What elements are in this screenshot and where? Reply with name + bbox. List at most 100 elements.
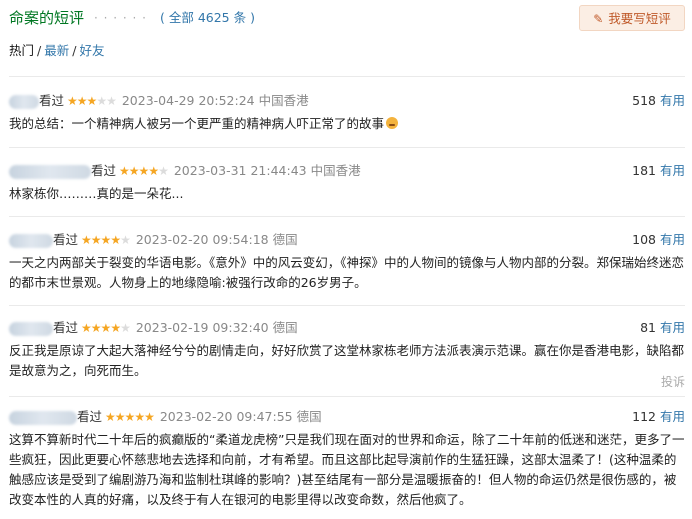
tab-separator: / bbox=[72, 43, 77, 58]
star-filled-icon: ★ bbox=[105, 410, 116, 424]
star-filled-icon: ★ bbox=[81, 321, 92, 335]
star-filled-icon: ★ bbox=[100, 321, 112, 335]
vote-count: 518 bbox=[632, 93, 656, 108]
comment-time: 2023-02-20 09:54:18 bbox=[135, 232, 269, 247]
comment-item: 看过 ★★★★★ 2023-04-29 20:52:24 中国香港 518 有用 我的总… bbox=[9, 91, 685, 134]
comment-text: 这算不算新时代二十年后的疯癫版的“柔道龙虎榜”只是我们现在面对的世界和命运，除了… bbox=[9, 432, 685, 507]
comment-meta: 看过 ★★★★★ 2023-02-20 09:54:18 德国 108 有用 bbox=[9, 230, 685, 250]
tab-separator: / bbox=[37, 43, 42, 58]
star-filled-icon: ★ bbox=[148, 164, 159, 178]
blurred-username[interactable] bbox=[9, 410, 77, 425]
comment-time: 2023-02-20 09:47:55 bbox=[159, 409, 293, 424]
comment-item: 看过 ★★★★★ 2023-03-31 21:44:43 中国香港 181 有用 林家栋… bbox=[9, 161, 685, 204]
comment-item: 看过 ★★★★★ 2023-02-19 09:32:40 德国 81 有用 反正我是原谅… bbox=[9, 318, 685, 389]
comment-time: 2023-04-29 20:52:24 bbox=[121, 93, 255, 108]
blurred-username[interactable] bbox=[9, 164, 91, 179]
watched-label: 看过 bbox=[53, 232, 79, 247]
star-filled-icon: ★ bbox=[110, 233, 121, 247]
watched-label: 看过 bbox=[91, 163, 117, 178]
useful-button[interactable]: 有用 bbox=[660, 93, 685, 108]
vote-area: 181 有用 bbox=[632, 161, 685, 181]
comment-time: 2023-03-31 21:44:43 bbox=[173, 163, 307, 178]
total-count-link[interactable]: ( 全部 4625 条 ) bbox=[160, 7, 255, 29]
vote-count: 181 bbox=[632, 163, 656, 178]
pencil-icon: ✎ bbox=[593, 12, 604, 26]
divider bbox=[9, 147, 685, 148]
star-filled-icon: ★ bbox=[144, 410, 155, 424]
comment-item: 看过 ★★★★★ 2023-02-20 09:54:18 德国 108 有用 一天之内两… bbox=[9, 230, 685, 293]
tab-friends[interactable]: 好友 bbox=[79, 43, 104, 58]
star-filled-icon: ★ bbox=[110, 321, 121, 335]
report-link[interactable]: 投诉 bbox=[661, 373, 685, 390]
watched-label: 看过 bbox=[77, 409, 103, 424]
star-filled-icon: ★ bbox=[81, 233, 92, 247]
star-filled-icon: ★ bbox=[114, 410, 126, 424]
star-filled-icon: ★ bbox=[86, 94, 98, 108]
comment-meta: 看过 ★★★★★ 2023-03-31 21:44:43 中国香港 181 有用 bbox=[9, 161, 685, 181]
star-empty-icon: ★ bbox=[120, 321, 131, 335]
star-filled-icon: ★ bbox=[134, 410, 145, 424]
comment-item: 看过 ★★★★★ 2023-02-20 09:47:55 德国 112 有用 这算不算新… bbox=[9, 407, 685, 510]
divider bbox=[9, 216, 685, 217]
star-filled-icon: ★ bbox=[119, 164, 130, 178]
divider bbox=[9, 76, 685, 77]
comment-meta: 看过 ★★★★★ 2023-02-20 09:47:55 德国 112 有用 bbox=[9, 407, 685, 427]
vote-area: 518 有用 bbox=[632, 91, 685, 111]
comment-text-body: 我的总结：一个精神病人被另一个更严重的精神病人吓正常了的故事 bbox=[9, 116, 385, 131]
rating-stars: ★★★★★ bbox=[81, 233, 131, 247]
divider bbox=[9, 396, 685, 397]
vote-count: 108 bbox=[632, 232, 656, 247]
frown-emoji-icon bbox=[386, 117, 399, 129]
watched-label: 看过 bbox=[53, 320, 79, 335]
tab-hot[interactable]: 热门 bbox=[9, 43, 34, 58]
star-empty-icon: ★ bbox=[120, 233, 131, 247]
tab-latest[interactable]: 最新 bbox=[44, 43, 69, 58]
comment-text: 反正我是原谅了大起大落神经兮兮的剧情走向，好好欣赏了这堂林家栋老师方法派表演示范… bbox=[9, 343, 685, 378]
star-filled-icon: ★ bbox=[100, 233, 112, 247]
comment-meta: 看过 ★★★★★ 2023-04-29 20:52:24 中国香港 518 有用 bbox=[9, 91, 685, 111]
comment-text: 林家栋你………真的是一朵花... bbox=[9, 186, 184, 201]
comment-meta: 看过 ★★★★★ 2023-02-19 09:32:40 德国 81 有用 bbox=[9, 318, 685, 338]
star-filled-icon: ★ bbox=[128, 164, 140, 178]
rating-stars: ★★★★★ bbox=[81, 321, 131, 335]
comment-location: 中国香港 bbox=[310, 163, 361, 178]
blurred-username[interactable] bbox=[9, 233, 53, 248]
write-comment-button[interactable]: ✎ 我要写短评 bbox=[579, 5, 685, 31]
title-dots: · · · · · · bbox=[94, 11, 147, 25]
comment-location: 德国 bbox=[272, 320, 298, 335]
comment-location: 德国 bbox=[296, 409, 322, 424]
star-filled-icon: ★ bbox=[138, 164, 150, 178]
blurred-username[interactable] bbox=[9, 321, 53, 336]
rating-stars: ★★★★★ bbox=[67, 94, 117, 108]
star-filled-icon: ★ bbox=[90, 321, 102, 335]
useful-button[interactable]: 有用 bbox=[660, 320, 685, 335]
comment-location: 中国香港 bbox=[258, 93, 309, 108]
star-filled-icon: ★ bbox=[124, 410, 136, 424]
vote-area: 81 有用 bbox=[640, 318, 685, 338]
comment-text: 一天之内两部关于裂变的华语电影。《意外》中的风云变幻，《神探》中的人物间的镜像与… bbox=[9, 255, 685, 290]
star-empty-icon: ★ bbox=[106, 94, 117, 108]
write-comment-label: 我要写短评 bbox=[608, 11, 671, 26]
comments-header: 命案的短评 · · · · · · ( 全部 4625 条 ) ✎ 我要写短评 bbox=[9, 5, 685, 31]
star-filled-icon: ★ bbox=[76, 94, 88, 108]
useful-button[interactable]: 有用 bbox=[660, 409, 685, 424]
vote-area: 112 有用 bbox=[632, 407, 685, 427]
comment-location: 德国 bbox=[272, 232, 298, 247]
rating-stars: ★★★★★ bbox=[105, 410, 155, 424]
rating-stars: ★★★★★ bbox=[119, 164, 169, 178]
vote-area: 108 有用 bbox=[632, 230, 685, 250]
useful-button[interactable]: 有用 bbox=[660, 232, 685, 247]
vote-count: 112 bbox=[632, 409, 656, 424]
star-empty-icon: ★ bbox=[96, 94, 107, 108]
comment-text: 我的总结：一个精神病人被另一个更严重的精神病人吓正常了的故事 bbox=[9, 114, 685, 134]
star-filled-icon: ★ bbox=[90, 233, 102, 247]
section-title: 命案的短评 bbox=[9, 9, 85, 27]
blurred-username[interactable] bbox=[9, 94, 39, 109]
vote-count: 81 bbox=[640, 320, 656, 335]
watched-label: 看过 bbox=[39, 93, 65, 108]
divider bbox=[9, 305, 685, 306]
comment-time: 2023-02-19 09:32:40 bbox=[135, 320, 269, 335]
useful-button[interactable]: 有用 bbox=[660, 163, 685, 178]
sort-tabs: 热门 / 最新 / 好友 bbox=[9, 42, 104, 60]
star-empty-icon: ★ bbox=[158, 164, 169, 178]
